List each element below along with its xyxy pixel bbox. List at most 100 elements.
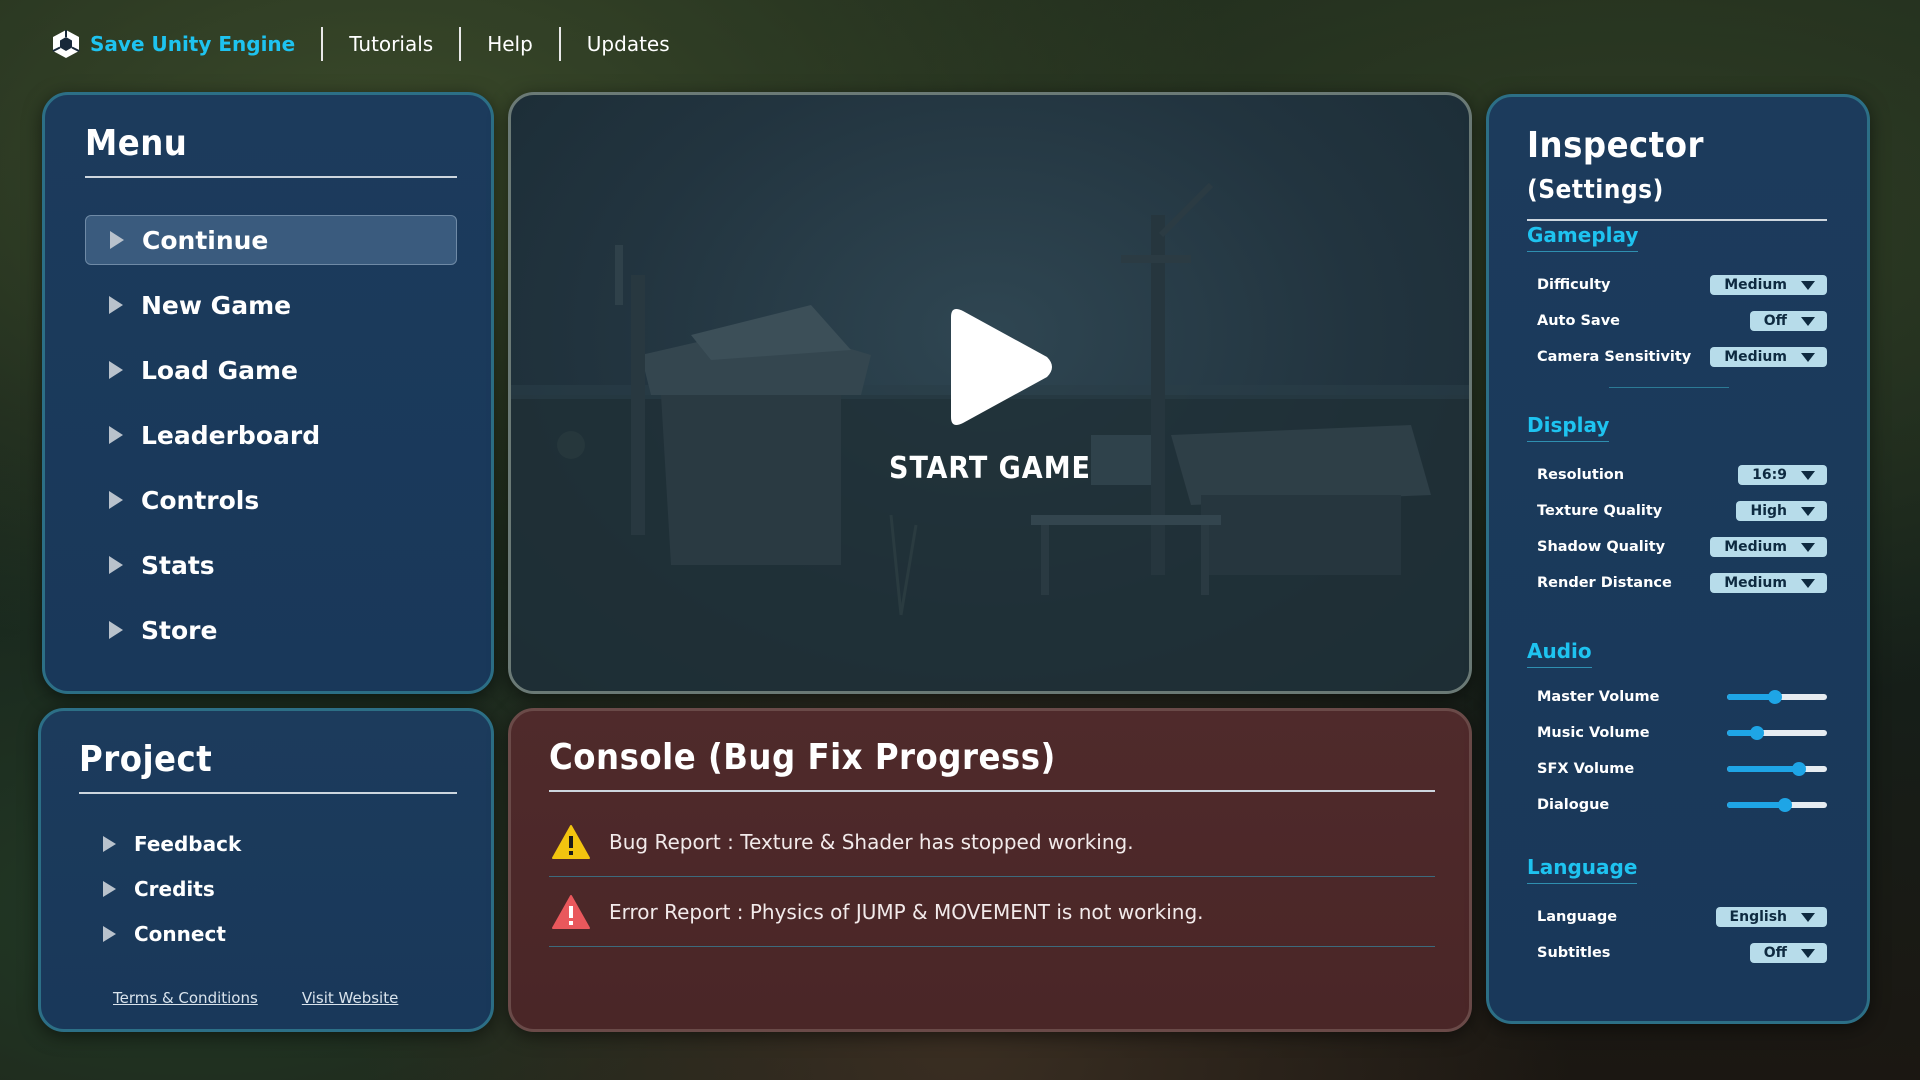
game-view-panel: START GAME: [508, 92, 1472, 694]
setting-resolution: Resolution 16:9: [1537, 461, 1827, 489]
shadow-quality-dropdown[interactable]: Medium: [1710, 537, 1827, 557]
nav-updates[interactable]: Updates: [561, 32, 696, 56]
setting-camera-sensitivity: Camera Sensitivity Medium: [1537, 343, 1827, 371]
section-display: Display: [1527, 413, 1610, 442]
section-language: Language: [1527, 855, 1638, 884]
dropdown-value: Medium: [1724, 349, 1787, 365]
dropdown-value: 16:9: [1752, 467, 1787, 483]
setting-label: Master Volume: [1537, 689, 1660, 705]
chevron-down-icon: [1801, 470, 1815, 480]
setting-label: Language: [1537, 909, 1618, 925]
chevron-down-icon: [1801, 352, 1815, 362]
play-arrow-icon: [109, 621, 123, 639]
console-log-warning[interactable]: Bug Report : Texture & Shader has stoppe…: [549, 807, 1435, 877]
chevron-down-icon: [1801, 948, 1815, 958]
inspector-title-suffix: (Settings): [1527, 175, 1664, 205]
render-distance-dropdown[interactable]: Medium: [1710, 573, 1827, 593]
project-item-label: Connect: [134, 922, 226, 946]
subtitles-dropdown[interactable]: Off: [1749, 943, 1827, 963]
dropdown-value: Off: [1763, 945, 1787, 961]
setting-label: Resolution: [1537, 467, 1625, 483]
project-item-label: Credits: [134, 877, 215, 901]
play-button[interactable]: [937, 305, 1057, 429]
section-divider: [1609, 387, 1729, 388]
language-dropdown[interactable]: English: [1715, 907, 1827, 927]
setting-difficulty: Difficulty Medium: [1537, 271, 1827, 299]
menu-panel: Menu Continue New Game Load Game Leaderb…: [42, 92, 494, 694]
setting-master-volume: Master Volume: [1537, 683, 1827, 711]
auto-save-dropdown[interactable]: Off: [1749, 311, 1827, 331]
project-item-label: Feedback: [134, 832, 242, 856]
visit-website-link[interactable]: Visit Website: [302, 989, 399, 1007]
project-item-feedback[interactable]: Feedback: [103, 829, 241, 859]
play-arrow-icon: [103, 881, 116, 897]
master-volume-slider[interactable]: [1727, 690, 1827, 704]
chevron-down-icon: [1801, 912, 1815, 922]
log-text: Bug Report : Texture & Shader has stoppe…: [609, 829, 1134, 854]
dropdown-value: English: [1729, 909, 1787, 925]
play-arrow-icon: [109, 491, 123, 509]
menu-item-controls[interactable]: Controls: [85, 475, 457, 525]
camera-sensitivity-dropdown[interactable]: Medium: [1710, 347, 1827, 367]
start-game-label[interactable]: START GAME: [511, 451, 1469, 486]
nav-help[interactable]: Help: [461, 32, 559, 56]
brand-title: Save Unity Engine: [90, 32, 296, 56]
play-arrow-icon: [103, 926, 116, 942]
console-log-error[interactable]: Error Report : Physics of JUMP & MOVEMEN…: [549, 877, 1435, 947]
setting-sfx-volume: SFX Volume: [1537, 755, 1827, 783]
sfx-volume-slider[interactable]: [1727, 762, 1827, 776]
chevron-down-icon: [1801, 280, 1815, 290]
dropdown-value: Off: [1763, 313, 1787, 329]
slider-knob[interactable]: [1792, 762, 1806, 776]
chevron-down-icon: [1801, 506, 1815, 516]
menu-item-label: Stats: [141, 550, 215, 580]
project-item-credits[interactable]: Credits: [103, 874, 241, 904]
play-arrow-icon: [110, 231, 124, 249]
menu-list: Continue New Game Load Game Leaderboard …: [85, 215, 457, 670]
slider-knob[interactable]: [1750, 726, 1764, 740]
dropdown-value: Medium: [1724, 575, 1787, 591]
menu-item-stats[interactable]: Stats: [85, 540, 457, 590]
nav-tutorials[interactable]: Tutorials: [323, 32, 459, 56]
play-arrow-icon: [109, 296, 123, 314]
setting-label: Difficulty: [1537, 277, 1611, 293]
menu-title: Menu: [85, 123, 457, 178]
texture-quality-dropdown[interactable]: High: [1736, 501, 1827, 521]
dropdown-value: Medium: [1724, 539, 1787, 555]
slider-knob[interactable]: [1768, 690, 1782, 704]
log-text: Error Report : Physics of JUMP & MOVEMEN…: [609, 899, 1204, 924]
section-audio: Audio: [1527, 639, 1592, 668]
dialogue-slider[interactable]: [1727, 798, 1827, 812]
console-panel: Console (Bug Fix Progress) Bug Report : …: [508, 708, 1472, 1032]
menu-item-leaderboard[interactable]: Leaderboard: [85, 410, 457, 460]
setting-label: Shadow Quality: [1537, 539, 1666, 555]
setting-label: Dialogue: [1537, 797, 1610, 813]
difficulty-dropdown[interactable]: Medium: [1710, 275, 1827, 295]
music-volume-slider[interactable]: [1727, 726, 1827, 740]
setting-label: Subtitles: [1537, 945, 1611, 961]
menu-item-load-game[interactable]: Load Game: [85, 345, 457, 395]
chevron-down-icon: [1801, 542, 1815, 552]
project-item-connect[interactable]: Connect: [103, 919, 241, 949]
menu-item-label: Continue: [142, 225, 269, 255]
section-gameplay: Gameplay: [1527, 223, 1639, 252]
brand-link[interactable]: Save Unity Engine: [52, 29, 321, 59]
play-arrow-icon: [109, 556, 123, 574]
play-arrow-icon: [109, 361, 123, 379]
dropdown-value: High: [1750, 503, 1787, 519]
resolution-dropdown[interactable]: 16:9: [1738, 465, 1827, 485]
menu-item-label: Store: [141, 615, 218, 645]
project-panel: Project Feedback Credits Connect Terms &…: [38, 708, 494, 1032]
project-list: Feedback Credits Connect: [103, 829, 241, 964]
project-title: Project: [79, 739, 457, 794]
menu-item-continue[interactable]: Continue: [85, 215, 457, 265]
setting-label: Auto Save: [1537, 313, 1620, 329]
chevron-down-icon: [1801, 316, 1815, 326]
menu-item-new-game[interactable]: New Game: [85, 280, 457, 330]
slider-knob[interactable]: [1778, 798, 1792, 812]
chevron-down-icon: [1801, 578, 1815, 588]
menu-item-store[interactable]: Store: [85, 605, 457, 655]
terms-link[interactable]: Terms & Conditions: [113, 989, 258, 1007]
menu-item-label: New Game: [141, 290, 292, 320]
setting-dialogue: Dialogue: [1537, 791, 1827, 819]
